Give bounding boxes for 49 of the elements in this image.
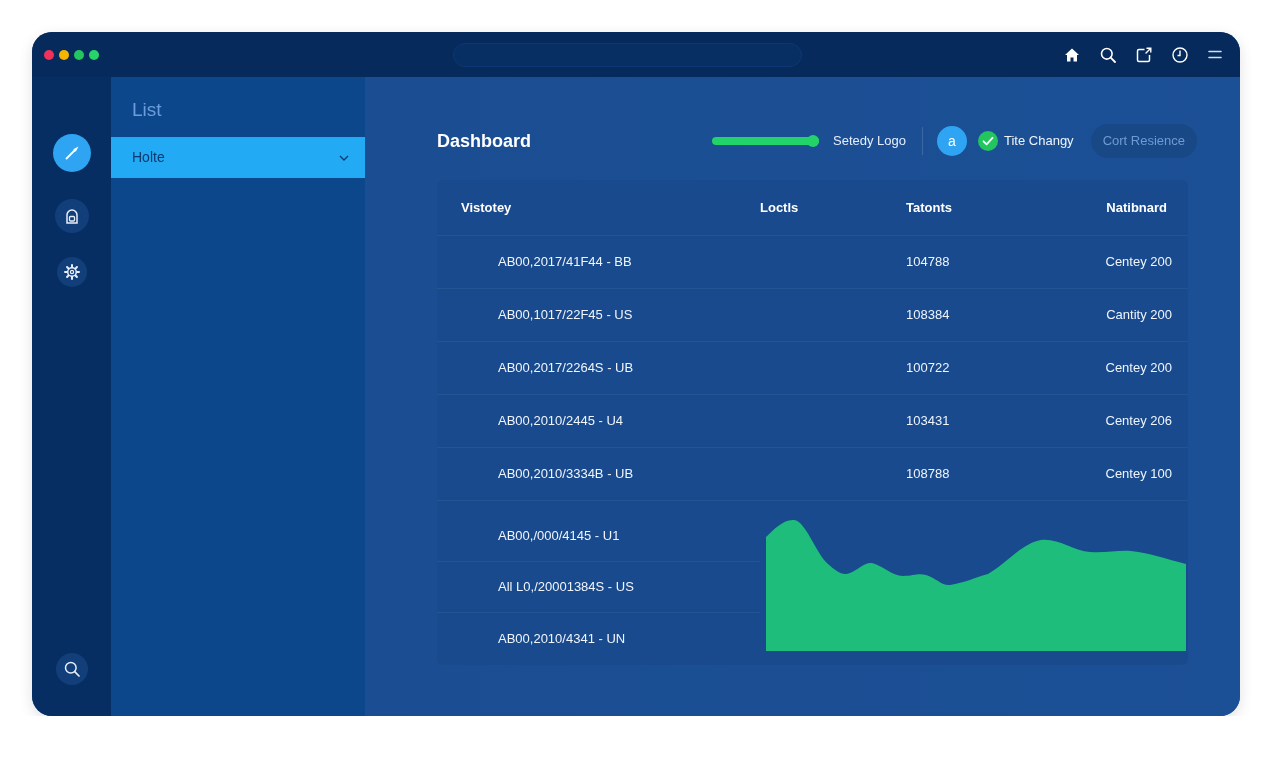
window-control-dot[interactable] xyxy=(59,49,69,60)
chevron-down-icon xyxy=(339,154,349,161)
table-cell-text: 103431 xyxy=(906,412,950,431)
table-cell-text: Centey 200 xyxy=(1105,253,1172,272)
clock-icon[interactable] xyxy=(1172,46,1188,63)
column-header: Tatonts xyxy=(906,198,952,217)
lock-icon xyxy=(63,208,80,224)
search-button[interactable] xyxy=(55,653,88,685)
column-header: Vistotey xyxy=(461,198,512,217)
pencil-icon xyxy=(63,145,80,161)
slider-track[interactable] xyxy=(712,137,819,145)
table-cell-text: AB00,/000/4145 - U1 xyxy=(498,527,620,546)
sidebar-title: List xyxy=(132,99,162,121)
table-cell-text: 108384 xyxy=(906,306,950,325)
table-cell-text: Centey 206 xyxy=(1105,412,1172,431)
home-icon[interactable] xyxy=(1064,46,1080,63)
check-label: Tite Changy xyxy=(1004,132,1074,151)
table-cell-text: AB00,2010/4341 - UN xyxy=(498,629,626,648)
table-cell-text: AB00,2010/2445 - U4 xyxy=(498,412,624,431)
nav-button[interactable] xyxy=(54,199,89,233)
slider-thumb[interactable] xyxy=(807,135,819,147)
table-cell-text: 100722 xyxy=(906,359,950,378)
gear-icon xyxy=(63,264,80,280)
search-icon xyxy=(63,661,80,677)
slider-label: Setedy Logo xyxy=(833,132,906,151)
search-icon[interactable] xyxy=(1100,46,1116,63)
table-cell-text: AB00,2017/41F44 - BB xyxy=(498,253,632,272)
nav-button[interactable] xyxy=(52,134,91,172)
window-control-dot[interactable] xyxy=(74,49,84,60)
table-cell-text: Cantity 200 xyxy=(1106,306,1172,325)
table-cell-text: Centey 100 xyxy=(1105,465,1172,484)
table-cell-text: AB00,2010/3334B - UB xyxy=(498,465,634,484)
window-control-dot[interactable] xyxy=(89,49,99,60)
table-cell-text: 104788 xyxy=(906,253,950,272)
table-cell-text: 108788 xyxy=(906,465,950,484)
menu-icon[interactable] xyxy=(1208,50,1222,59)
window-control-dot[interactable] xyxy=(44,49,54,60)
column-header: Loctls xyxy=(760,198,799,217)
table-cell-text: AB00,2017/2264S - UB xyxy=(498,359,634,378)
column-header: Natibnard xyxy=(1106,198,1167,217)
avatar[interactable]: a xyxy=(937,126,967,156)
sidebar-item[interactable]: Holte xyxy=(111,137,365,178)
share-icon[interactable] xyxy=(1136,46,1152,63)
page-title: Dashboard xyxy=(437,130,532,152)
table-cell-text: AB00,1017/22F45 - US xyxy=(498,306,633,325)
table-cell-text: Centey 200 xyxy=(1105,359,1172,378)
nav-button[interactable] xyxy=(56,257,87,287)
check-icon[interactable] xyxy=(978,131,998,151)
table-cell-text: All L0,/20001384S - US xyxy=(498,578,634,597)
